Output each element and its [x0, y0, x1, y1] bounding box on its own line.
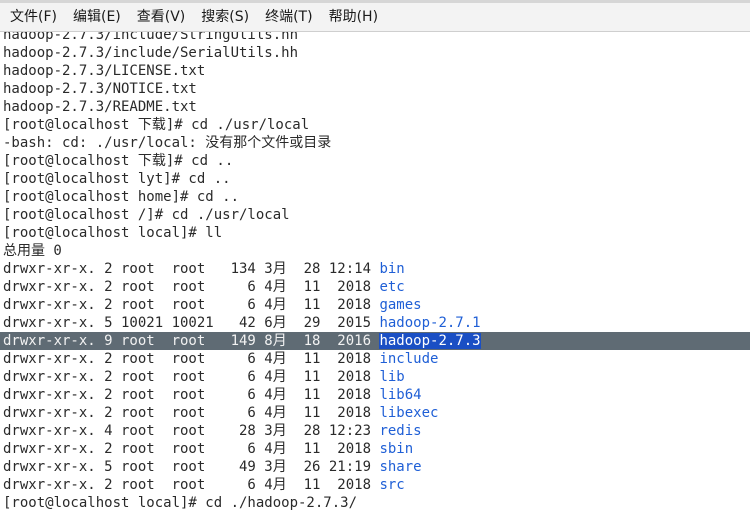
listing-row: drwxr-xr-x. 2 root root 6 4月 11 2018 src — [0, 476, 750, 494]
listing-dir-name[interactable]: src — [379, 477, 404, 493]
listing-row-meta: drwxr-xr-x. 5 10021 10021 42 6月 29 2015 — [3, 315, 380, 331]
listing-dir-name[interactable]: lib — [379, 369, 404, 385]
listing-row-meta: drwxr-xr-x. 9 root root 149 8月 18 2016 — [3, 333, 380, 349]
listing-dir-name[interactable]: hadoop-2.7.3 — [379, 333, 481, 349]
menu-terminal[interactable]: 终端(T) — [257, 3, 320, 31]
listing-row-meta: drwxr-xr-x. 2 root root 6 4月 11 2018 — [3, 297, 380, 313]
terminal-line: [root@localhost home]# cd .. — [3, 189, 240, 205]
terminal-line: hadoop-2.7.3/include/StringUtils.hh — [3, 32, 299, 43]
terminal-prompt-line: [root@localhost local]# cd ./hadoop-2.7.… — [3, 495, 358, 511]
terminal-line: hadoop-2.7.3/NOTICE.txt — [3, 81, 197, 97]
listing-row: drwxr-xr-x. 5 10021 10021 42 6月 29 2015 … — [0, 314, 750, 332]
menu-search[interactable]: 搜索(S) — [193, 3, 257, 31]
terminal-line: [root@localhost 下载]# cd ./usr/local — [3, 117, 310, 133]
listing-row: drwxr-xr-x. 4 root root 28 3月 28 12:23 r… — [0, 422, 750, 440]
listing-dir-name[interactable]: libexec — [379, 405, 438, 421]
listing-row-meta: drwxr-xr-x. 2 root root 6 4月 11 2018 — [3, 351, 380, 367]
listing-row: drwxr-xr-x. 2 root root 6 4月 11 2018 lib… — [0, 404, 750, 422]
listing-row: drwxr-xr-x. 2 root root 6 4月 11 2018 lib… — [0, 386, 750, 404]
menu-view[interactable]: 查看(V) — [129, 3, 194, 31]
listing-row: drwxr-xr-x. 2 root root 6 4月 11 2018 etc — [0, 278, 750, 296]
terminal-line: 总用量 0 — [3, 243, 62, 259]
terminal-line: [root@localhost /]# cd ./usr/local — [3, 207, 290, 223]
listing-dir-name[interactable]: lib64 — [379, 387, 421, 403]
listing-row-meta: drwxr-xr-x. 4 root root 28 3月 28 12:23 — [3, 423, 380, 439]
listing-dir-name[interactable]: bin — [379, 261, 404, 277]
terminal-lines: hadoop-2.7.3/include/StringUtils.hh hado… — [0, 32, 750, 511]
listing-dir-name[interactable]: redis — [379, 423, 421, 439]
listing-row-meta: drwxr-xr-x. 2 root root 6 4月 11 2018 — [3, 387, 380, 403]
terminal-line: [root@localhost lyt]# cd .. — [3, 171, 231, 187]
listing-row-meta: drwxr-xr-x. 2 root root 6 4月 11 2018 — [3, 477, 380, 493]
listing-row: drwxr-xr-x. 2 root root 6 4月 11 2018 inc… — [0, 350, 750, 368]
listing-row-meta: drwxr-xr-x. 5 root root 49 3月 26 21:19 — [3, 459, 380, 475]
listing-row: drwxr-xr-x. 2 root root 6 4月 11 2018 sbi… — [0, 440, 750, 458]
menu-edit[interactable]: 编辑(E) — [65, 3, 129, 31]
menu-bar: 文件(F) 编辑(E) 查看(V) 搜索(S) 终端(T) 帮助(H) — [0, 3, 750, 32]
listing-row-meta: drwxr-xr-x. 2 root root 6 4月 11 2018 — [3, 405, 380, 421]
terminal-output[interactable]: hadoop-2.7.3/include/StringUtils.hh hado… — [0, 32, 750, 511]
listing-row: drwxr-xr-x. 5 root root 49 3月 26 21:19 s… — [0, 458, 750, 476]
terminal-line: [root@localhost 下载]# cd .. — [3, 153, 234, 169]
listing-dir-name[interactable]: hadoop-2.7.1 — [379, 315, 480, 331]
listing-row: drwxr-xr-x. 2 root root 6 4月 11 2018 gam… — [0, 296, 750, 314]
listing-row-meta: drwxr-xr-x. 2 root root 6 4月 11 2018 — [3, 441, 380, 457]
terminal-line: [root@localhost local]# ll — [3, 225, 223, 241]
listing-row: drwxr-xr-x. 2 root root 6 4月 11 2018 lib — [0, 368, 750, 386]
listing-row-selected: drwxr-xr-x. 9 root root 149 8月 18 2016 h… — [0, 332, 750, 350]
menu-file[interactable]: 文件(F) — [0, 3, 65, 31]
listing-row-meta: drwxr-xr-x. 2 root root 6 4月 11 2018 — [3, 369, 380, 385]
listing-row: drwxr-xr-x. 2 root root 134 3月 28 12:14 … — [0, 260, 750, 278]
terminal-line: hadoop-2.7.3/README.txt — [3, 99, 197, 115]
listing-dir-name[interactable]: sbin — [379, 441, 413, 457]
listing-dir-name[interactable]: etc — [379, 279, 404, 295]
listing-dir-name[interactable]: games — [379, 297, 421, 313]
terminal-line: -bash: cd: ./usr/local: 没有那个文件或目录 — [3, 135, 332, 151]
terminal-line: hadoop-2.7.3/include/SerialUtils.hh — [3, 45, 299, 61]
terminal-line: hadoop-2.7.3/LICENSE.txt — [3, 63, 206, 79]
listing-dir-name[interactable]: share — [379, 459, 421, 475]
listing-row-meta: drwxr-xr-x. 2 root root 6 4月 11 2018 — [3, 279, 380, 295]
menu-help[interactable]: 帮助(H) — [321, 3, 386, 31]
directory-listing: drwxr-xr-x. 2 root root 134 3月 28 12:14 … — [0, 260, 750, 494]
listing-row-meta: drwxr-xr-x. 2 root root 134 3月 28 12:14 — [3, 261, 380, 277]
listing-dir-name[interactable]: include — [379, 351, 438, 367]
